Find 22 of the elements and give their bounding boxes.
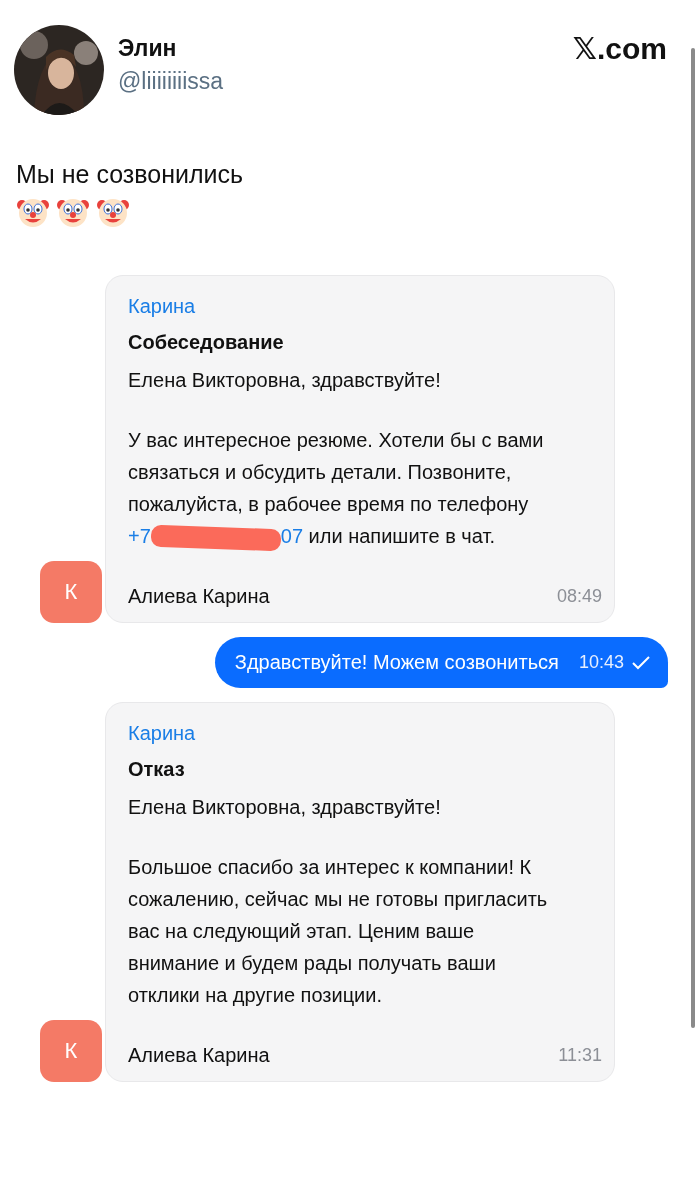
sender-avatar: К [40, 561, 102, 623]
message-text: Елена Викторовна, здравствуйте! [128, 368, 442, 393]
sender-name: Карина [128, 294, 197, 319]
message-subject: Отказ [128, 757, 186, 782]
message-text: Большое спасибо за интерес к компании! К сожалению, сейчас мы не готовы пригласить вас на следующий этап. Ценим ваше внимание и будем рады получать ваши отклики на другие позиции. [128, 855, 549, 1008]
message-time: 11:31 [558, 1044, 602, 1067]
site-logo: 𝕏.com [572, 31, 667, 66]
author-handle: @liiiiiiiissa [118, 68, 225, 95]
sender-avatar: К [40, 1020, 102, 1082]
signature: Алиева Карина [128, 1043, 270, 1068]
message-time: 08:49 [556, 585, 602, 608]
scrollbar[interactable] [691, 48, 695, 1028]
message-time: 10:43 [578, 652, 624, 673]
sender-name: Карина [128, 721, 197, 746]
phone-link[interactable]: +7 07 [128, 525, 304, 547]
author-name: Элин [118, 35, 178, 62]
tweet-text: Мы не созвонились [15, 159, 244, 189]
message-text: Елена Викторовна, здравствуйте! [128, 795, 442, 820]
signature: Алиева Карина [128, 584, 270, 609]
message-text: У вас интересное резюме. Хотели бы с вами связаться и обсудить детали. Позвоните, пожалуйста, в рабочее время по телефону +7 07 или напишите в чат. [128, 424, 602, 552]
message-subject: Собеседование [128, 330, 285, 355]
message-text: Здравствуйте! Можем созвониться [234, 651, 559, 674]
